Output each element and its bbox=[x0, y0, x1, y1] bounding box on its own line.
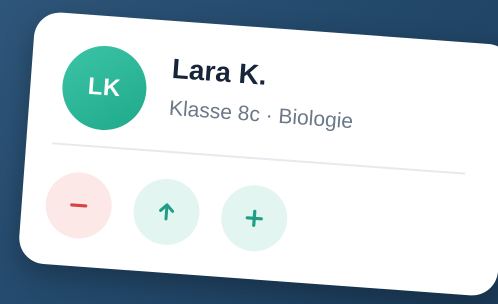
arrow-up-icon bbox=[159, 203, 175, 221]
promote-button[interactable] bbox=[131, 176, 202, 248]
minus-icon bbox=[70, 203, 88, 208]
avatar: LK bbox=[59, 43, 150, 133]
student-card: LK Lara K. Klasse 8c · Biologie bbox=[17, 10, 498, 298]
student-name: Lara K. bbox=[170, 52, 268, 91]
plus-icon bbox=[245, 209, 263, 227]
increase-button[interactable] bbox=[218, 182, 290, 254]
divider bbox=[52, 142, 466, 175]
student-subtitle: Klasse 8c · Biologie bbox=[168, 96, 354, 134]
decrease-button[interactable] bbox=[43, 170, 115, 241]
avatar-initials: LK bbox=[86, 72, 122, 103]
